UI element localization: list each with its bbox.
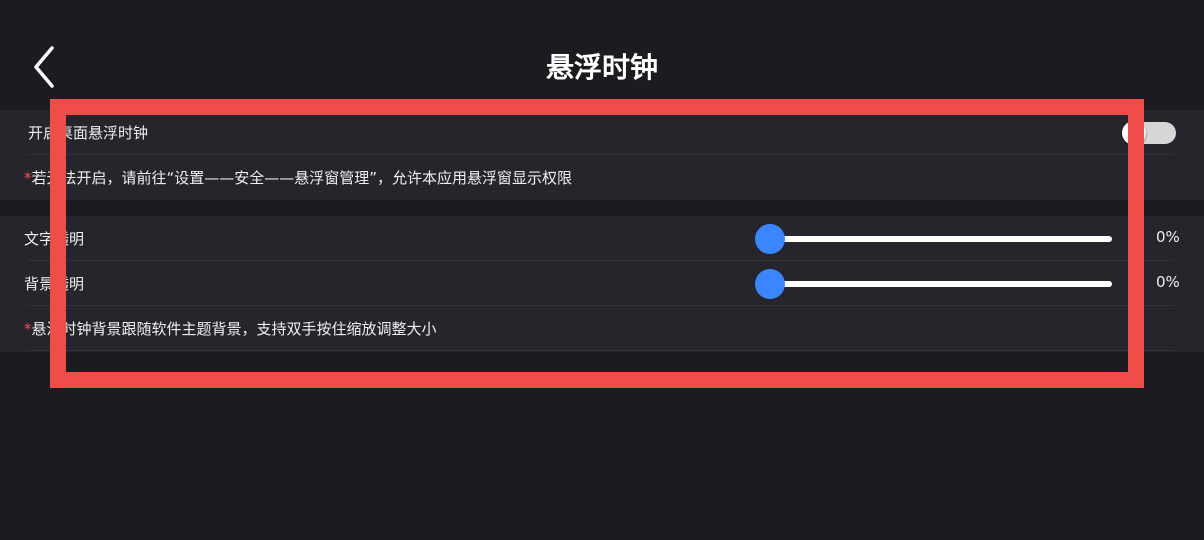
note-star: *	[24, 320, 32, 338]
highlight-annotation-box	[50, 99, 1144, 388]
note-star: *	[24, 169, 32, 187]
text-opacity-percent: 0%	[1156, 228, 1180, 246]
bg-opacity-percent: 0%	[1156, 273, 1180, 291]
page-title: 悬浮时钟	[545, 51, 658, 84]
header: 悬浮时钟	[0, 0, 1204, 110]
